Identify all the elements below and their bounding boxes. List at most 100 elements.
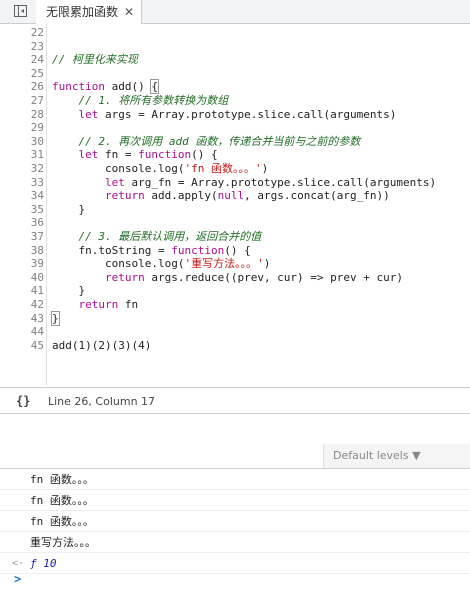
code-line[interactable]: 34 return add.apply(null, args.concat(ar… <box>0 189 470 203</box>
code-token: 'fn 函数。。。' <box>184 162 262 175</box>
line-number: 39 <box>30 257 44 271</box>
code-token: )( <box>105 338 119 352</box>
code-line[interactable]: 29 <box>0 121 470 135</box>
line-number: 38 <box>30 243 44 257</box>
code-text: console.log('重写方法。。。') <box>52 257 270 271</box>
tab-bar: 无限累加函数 ✕ <box>0 0 470 24</box>
code-line[interactable]: 39 console.log('重写方法。。。') <box>0 257 470 271</box>
code-line[interactable]: 37 // 3. 最后默认调用，返回合并的值 <box>0 230 470 244</box>
code-token: console.log( <box>52 257 185 271</box>
code-text: return fn <box>52 298 139 312</box>
code-line[interactable]: 25 <box>0 67 470 81</box>
code-token: { <box>150 79 159 95</box>
line-number: 36 <box>30 216 44 230</box>
code-line[interactable]: 33 let arg_fn = Array.prototype.slice.ca… <box>0 176 470 190</box>
pretty-print-icon[interactable]: {} <box>16 394 30 408</box>
status-bar: {} Line 26, Column 17 <box>0 387 470 414</box>
log-levels-dropdown[interactable]: Default levels ▼ <box>323 444 470 468</box>
code-token: function <box>138 148 192 162</box>
line-number: 32 <box>30 162 44 175</box>
toggle-navigator-icon[interactable] <box>14 5 27 17</box>
return-value[interactable]: ƒ 10 <box>30 553 57 574</box>
code-token: () { <box>224 243 251 257</box>
code-token: return <box>104 270 145 284</box>
text-cursor <box>157 81 159 94</box>
line-number: 33 <box>30 175 44 189</box>
code-token: } <box>51 310 60 326</box>
code-line[interactable]: 41 } <box>0 284 470 298</box>
line-number: 27 <box>30 94 44 107</box>
code-token: args = Array.prototype.slice.call(argume… <box>98 107 397 121</box>
code-token: } <box>52 202 86 216</box>
code-token: add.apply( <box>144 189 218 203</box>
line-number: 41 <box>30 284 44 298</box>
code-token: args.reduce((prev, cur) => prev + cur) <box>144 270 404 284</box>
code-token: ) <box>261 162 269 175</box>
tab-title: 无限累加函数 <box>46 5 119 19</box>
code-line[interactable]: 42 return fn <box>0 298 470 312</box>
code-token: add( <box>52 338 79 352</box>
code-line[interactable]: 40 return args.reduce((prev, cur) => pre… <box>0 271 470 285</box>
code-line[interactable]: 35 } <box>0 203 470 217</box>
console-log-text: fn 函数。。。 <box>30 473 94 486</box>
line-number: 42 <box>30 298 44 311</box>
code-line[interactable]: 45 add(1)(2)(3)(4) <box>0 339 470 353</box>
line-number: 35 <box>30 202 44 216</box>
code-line[interactable]: 36 <box>0 216 470 230</box>
code-line[interactable]: 28 let args = Array.prototype.slice.call… <box>0 108 470 122</box>
line-number: 43 <box>30 311 44 325</box>
code-text: add(1)(2)(3)(4) <box>52 339 151 353</box>
code-token: fn = <box>98 148 139 162</box>
code-line[interactable]: 44 <box>0 325 470 339</box>
close-icon[interactable]: ✕ <box>124 0 134 24</box>
code-token: )( <box>85 338 99 352</box>
code-line[interactable]: 26 function add() { <box>0 79 470 95</box>
tab-file[interactable]: 无限累加函数 ✕ <box>36 0 142 24</box>
code-editor[interactable]: 22 23 24// 柯里化来实现 25 26 function add() {27 //… <box>0 24 470 386</box>
line-number: 24 <box>30 53 44 67</box>
code-text: // 2. 再次调用 add 函数，传递合并当前与之前的参数 <box>52 135 361 149</box>
code-line[interactable]: 30 // 2. 再次调用 add 函数，传递合并当前与之前的参数 <box>0 135 470 149</box>
code-token: null <box>217 189 245 203</box>
code-token: fn <box>118 298 139 311</box>
code-line[interactable]: 23 <box>0 40 470 54</box>
code-text: function add() { <box>52 79 159 95</box>
code-line[interactable]: 24 // 柯里化来实现 <box>0 53 470 67</box>
console-log-row: fn 函数。。。 <box>0 469 470 490</box>
code-token: 4 <box>138 338 145 352</box>
console-log-row: fn 函数。。。 <box>0 490 470 511</box>
code-line[interactable]: 43} <box>0 310 470 326</box>
line-number: 44 <box>30 325 44 339</box>
line-number: 26 <box>30 80 44 94</box>
code-token: ) <box>263 257 271 271</box>
console-prompt-icon[interactable]: > <box>14 572 21 586</box>
code-text: } <box>51 310 60 326</box>
code-token: return <box>78 298 119 311</box>
line-number: 45 <box>30 338 44 352</box>
code-text: let arg_fn = Array.prototype.slice.call(… <box>52 176 436 190</box>
code-line[interactable]: 31 let fn = function() { <box>0 148 470 162</box>
code-token: // 1. 将所有参数转换为数组 <box>78 94 229 107</box>
cursor-position: Line 26, Column 17 <box>48 395 156 408</box>
code-token: () { <box>191 148 218 162</box>
code-line[interactable]: 27 // 1. 将所有参数转换为数组 <box>0 94 470 108</box>
code-token: '重写方法。。。' <box>184 257 264 271</box>
code-text: // 1. 将所有参数转换为数组 <box>52 94 229 108</box>
code-line[interactable]: 32 console.log('fn 函数。。。') <box>0 162 470 176</box>
line-number: 30 <box>30 134 44 148</box>
code-line[interactable]: 38 fn.toString = function() { <box>0 244 470 258</box>
line-number: 40 <box>30 270 44 284</box>
code-token: let <box>104 175 125 189</box>
code-token: return <box>104 189 145 203</box>
code-token: 2 <box>98 338 105 352</box>
code-text: return args.reduce((prev, cur) => prev +… <box>52 271 403 285</box>
code-token: function <box>171 243 225 257</box>
code-text: } <box>52 203 85 217</box>
line-number: 25 <box>30 66 44 80</box>
code-line[interactable]: 22 <box>0 26 470 40</box>
